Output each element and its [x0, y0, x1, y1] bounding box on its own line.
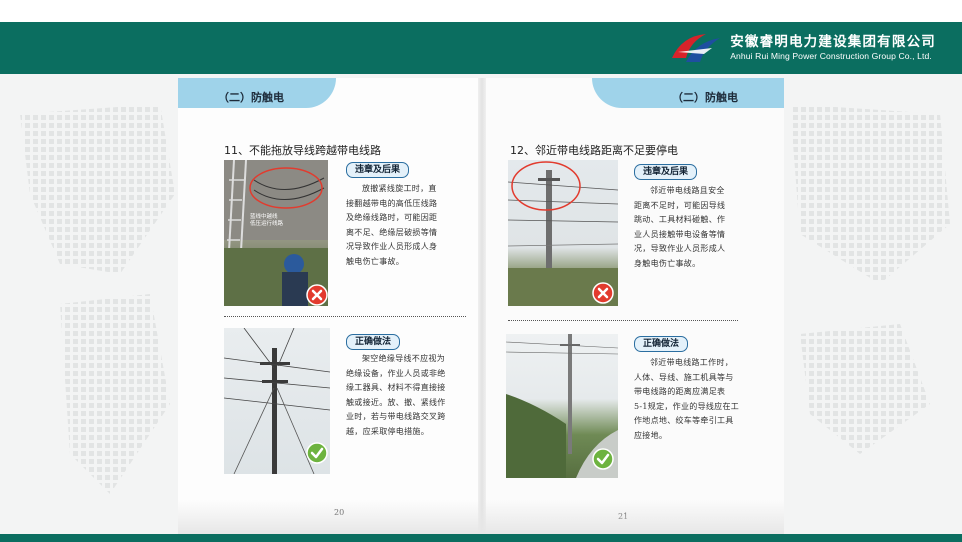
text-line: 况导致作业人员形成人身	[346, 242, 438, 251]
left-correct-photo	[224, 328, 330, 474]
right-divider	[508, 320, 738, 321]
left-correct-label: 正确做法	[346, 334, 401, 350]
cross-icon	[306, 284, 328, 306]
check-icon	[592, 448, 614, 470]
right-correct-photo	[506, 334, 618, 478]
text-line: 跳动、工具材料碰触、作	[634, 215, 726, 224]
text-line: 离不足、绝缘层破损等情	[346, 227, 438, 237]
company-name-cn: 安徽睿明电力建设集团有限公司	[730, 34, 936, 51]
text-line: 触或接近。放、撤、紧线作	[346, 397, 446, 407]
cross-icon	[592, 282, 614, 304]
text-line: 作地点地、绞车等牵引工具	[634, 416, 734, 425]
text-line: 放撤紧线旋工时，直	[362, 184, 437, 193]
company-logo: 安徽睿明电力建设集团有限公司 Anhui Rui Ming Power Cons…	[668, 28, 936, 68]
top-margin	[0, 0, 962, 22]
left-section-title: 11、不能拖放导线跨越带电线路	[224, 144, 381, 157]
left-divider	[224, 316, 466, 317]
left-correct-text: 架空绝缘导线不应视为 绝缘设备，作业人员或非绝 缘工器具、材料不得直接接 触或接…	[346, 352, 466, 439]
left-violation-label: 违章及后果	[346, 162, 410, 178]
booklet-scan: （二）防触电 （二）防触电 11、不能拖放导线跨越带电线路 蓝线中越线 低压运行…	[178, 78, 784, 534]
text-line: 距离不足时，可能因导线	[634, 200, 726, 210]
text-line: 接翻越带电的高低压线路	[346, 198, 438, 208]
footer-bar	[0, 534, 962, 542]
text-line: 及绝缘线路时，可能因距	[346, 213, 438, 222]
text-line: 5-1规定，作业的导线应在工	[634, 401, 740, 411]
text-line: 邻近带电线路工作时，	[650, 358, 733, 367]
text-line: 身触电伤亡事故。	[634, 258, 701, 268]
right-violation-photo	[508, 160, 618, 306]
left-violation-photo: 蓝线中越线 低压运行线路	[224, 160, 328, 306]
text-line: 带电线路的距离应满足表	[634, 387, 726, 396]
text-line: 邻近带电线路且安全	[650, 186, 725, 195]
company-name-en: Anhui Rui Ming Power Construction Group …	[730, 50, 932, 61]
photo-caption-line: 蓝线中越线	[250, 214, 278, 220]
text-line: 况，导致作业人员形成人	[634, 244, 726, 253]
text-line: 架空绝缘导线不应视为	[362, 354, 445, 363]
left-violation-text: 放撤紧线旋工时，直 接翻越带电的高低压线路 及绝缘线路时，可能因距 离不足、绝缘…	[346, 182, 466, 269]
text-line: 触电伤亡事故。	[346, 256, 405, 266]
company-logo-mark-icon	[672, 34, 721, 62]
text-line: 越，应采取停电措施。	[346, 426, 429, 436]
left-tab-label: （二）防触电	[218, 91, 284, 104]
text-line: 缘工器具、材料不得直接接	[346, 383, 446, 392]
text-line: 人体、导线、施工机具等与	[634, 372, 734, 382]
right-section-title: 12、邻近带电线路距离不足要停电	[510, 144, 678, 157]
text-line: 绝缘设备，作业人员或非绝	[346, 368, 446, 378]
right-tab-label: （二）防触电	[672, 91, 738, 104]
book-gutter	[478, 78, 486, 534]
right-violation-label: 违章及后果	[634, 164, 698, 180]
right-violation-text: 邻近带电线路且安全 距离不足时，可能因导线 跳动、工具材料碰触、作 业人员接触带…	[634, 184, 762, 271]
text-line: 应接地。	[634, 430, 668, 440]
scan-bottom-shadow	[178, 500, 784, 534]
header-bar: 安徽睿明电力建设集团有限公司 Anhui Rui Ming Power Cons…	[0, 22, 962, 74]
text-line: 业时，若与带电线路交叉跨	[346, 412, 446, 421]
photo-caption-line: 低压运行线路	[250, 221, 284, 227]
right-correct-text: 邻近带电线路工作时， 人体、导线、施工机具等与 带电线路的距离应满足表 5-1规…	[634, 356, 762, 443]
right-correct-label: 正确做法	[634, 336, 689, 352]
check-icon	[306, 442, 328, 464]
text-line: 业人员接触带电设备等情	[634, 229, 726, 239]
